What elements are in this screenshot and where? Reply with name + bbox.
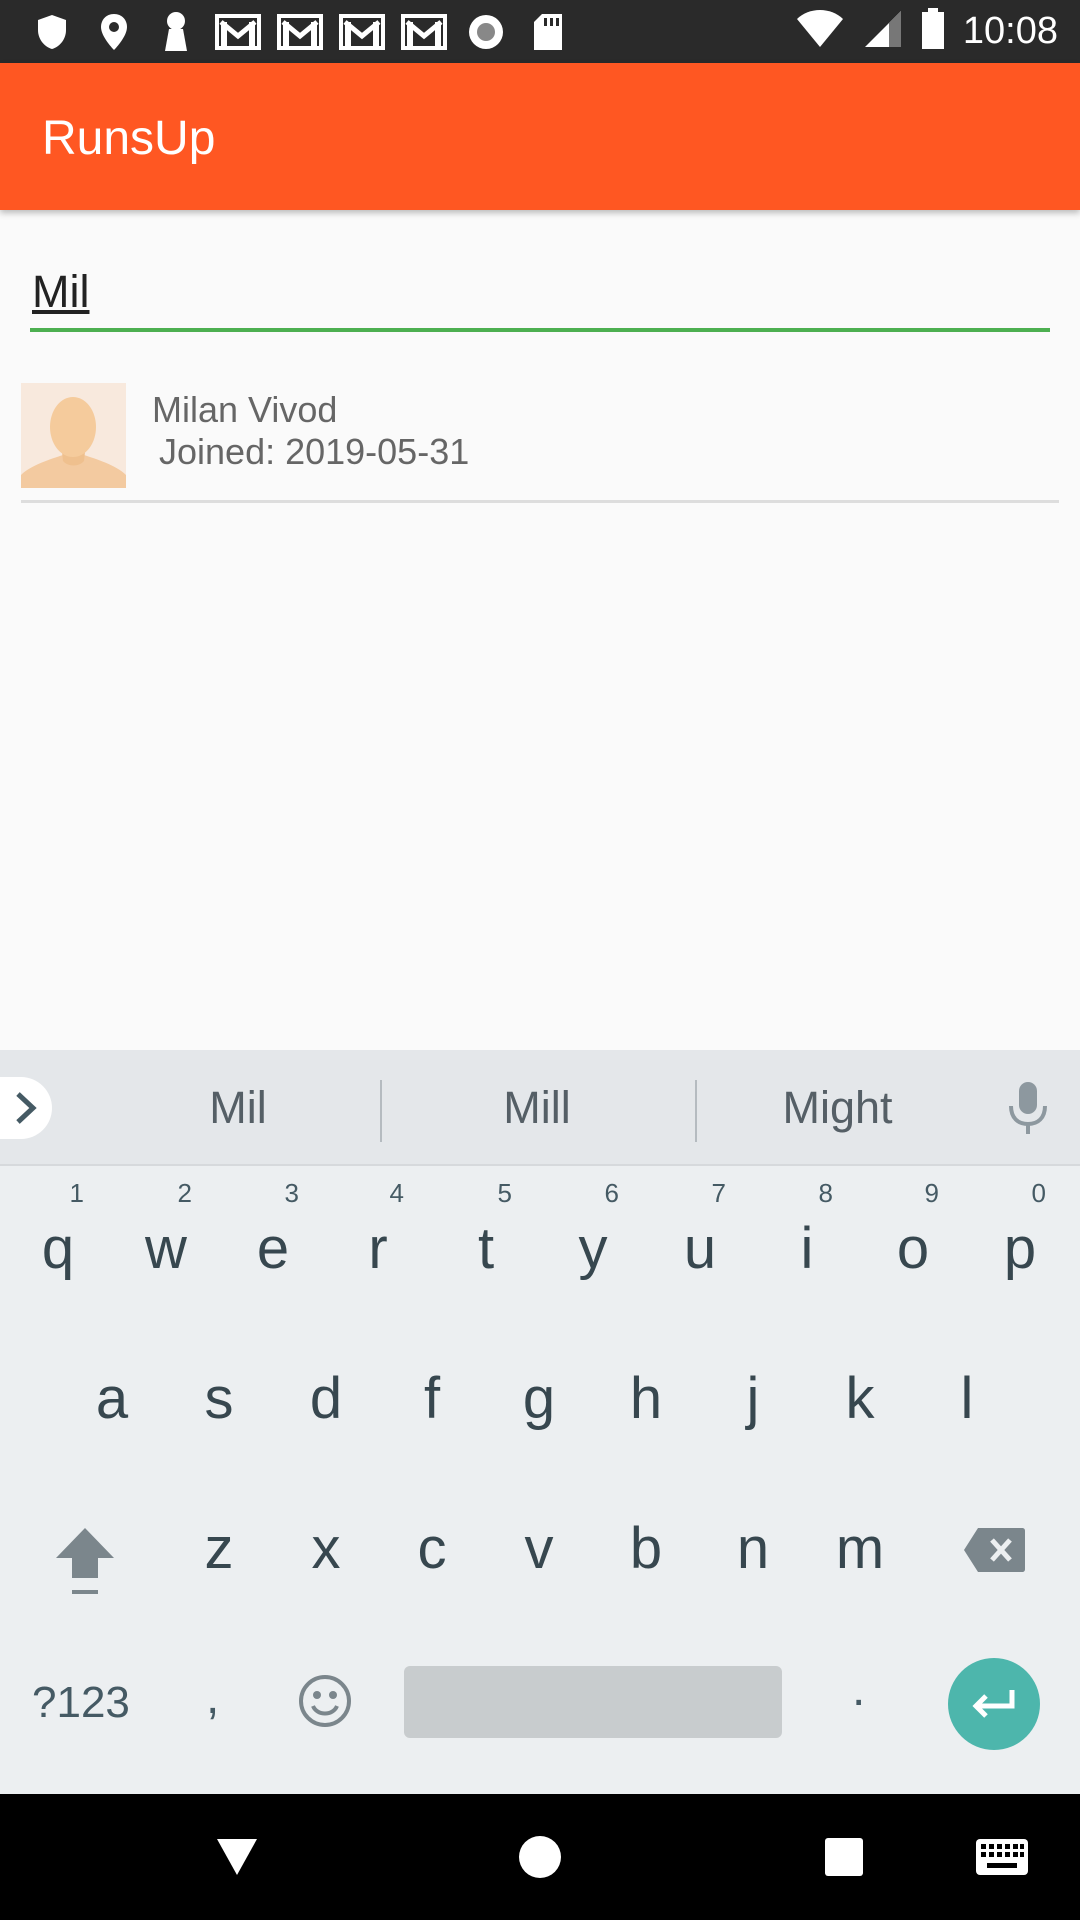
gmail-icon xyxy=(338,10,386,53)
keyboard-switch-button[interactable] xyxy=(975,1832,1029,1882)
search-input[interactable] xyxy=(32,262,1032,322)
shield-icon xyxy=(28,10,76,53)
recents-square-icon xyxy=(825,1838,863,1876)
navigation-bar xyxy=(0,1794,1080,1920)
keyboard-icon xyxy=(976,1839,1028,1875)
key-c[interactable]: c xyxy=(402,1520,462,1590)
search-field[interactable] xyxy=(30,250,1050,332)
suggestion-3[interactable]: Might xyxy=(760,1082,915,1134)
key-d[interactable]: d xyxy=(296,1370,356,1440)
recents-button[interactable] xyxy=(819,1832,869,1882)
chevron-right-icon xyxy=(16,1092,37,1124)
app-bar: RunsUp xyxy=(0,63,1080,210)
enter-key[interactable] xyxy=(948,1658,1040,1750)
gmail-icon xyxy=(214,10,262,53)
key-x[interactable]: x xyxy=(296,1520,356,1590)
key-l[interactable]: l xyxy=(937,1370,997,1440)
key-a[interactable]: a xyxy=(82,1370,142,1440)
suggestion-divider xyxy=(695,1080,697,1142)
key-p[interactable]: 0p xyxy=(990,1178,1050,1290)
key-h[interactable]: h xyxy=(616,1370,676,1440)
home-button[interactable] xyxy=(515,1832,565,1882)
emoji-key[interactable] xyxy=(298,1674,352,1728)
status-bar-notifications xyxy=(28,10,572,53)
backspace-key[interactable] xyxy=(962,1526,1026,1574)
key-j[interactable]: j xyxy=(723,1370,783,1440)
shift-key[interactable] xyxy=(52,1524,118,1598)
keyhole-icon xyxy=(152,10,200,53)
key-n[interactable]: n xyxy=(723,1520,783,1590)
back-button[interactable] xyxy=(212,1832,262,1882)
sd-card-icon xyxy=(524,10,572,53)
signal-icon xyxy=(863,9,903,54)
key-y[interactable]: 6y xyxy=(563,1178,623,1290)
key-s[interactable]: s xyxy=(189,1370,249,1440)
key-g[interactable]: g xyxy=(509,1370,569,1440)
home-circle-icon xyxy=(519,1836,561,1878)
key-u[interactable]: 7u xyxy=(670,1178,730,1290)
space-key[interactable] xyxy=(404,1666,782,1738)
soft-keyboard: Mil Mill Might 1q 2w 3e 4r 5t 6y 7u 8i 9… xyxy=(0,1050,1080,1794)
key-t[interactable]: 5t xyxy=(456,1178,516,1290)
key-e[interactable]: 3e xyxy=(243,1178,303,1290)
battery-icon xyxy=(921,7,945,55)
key-v[interactable]: v xyxy=(509,1520,569,1590)
emoji-icon xyxy=(299,1675,351,1727)
status-time: 10:08 xyxy=(962,9,1058,52)
comma-key[interactable]: , xyxy=(206,1670,219,1725)
key-q[interactable]: 1q xyxy=(28,1178,88,1290)
suggestion-divider xyxy=(380,1080,382,1142)
key-m[interactable]: m xyxy=(830,1520,890,1590)
key-k[interactable]: k xyxy=(830,1370,890,1440)
gmail-icon xyxy=(400,10,448,53)
status-bar: 10:08 xyxy=(0,0,1080,63)
key-i[interactable]: 8i xyxy=(777,1178,837,1290)
result-joined-date: Joined: 2019-05-31 xyxy=(159,431,470,472)
avatar xyxy=(21,383,126,488)
app-title: RunsUp xyxy=(42,112,216,165)
list-item[interactable]: Milan Vivod Joined: 2019-05-31 xyxy=(21,383,1059,503)
key-w[interactable]: 2w xyxy=(136,1178,196,1290)
period-key[interactable]: . xyxy=(852,1662,865,1717)
status-bar-system: 10:08 xyxy=(795,7,1058,55)
suggestion-1[interactable]: Mil xyxy=(178,1082,298,1134)
key-f[interactable]: f xyxy=(402,1370,462,1440)
location-pin-icon xyxy=(90,10,138,53)
backspace-icon xyxy=(964,1528,1025,1572)
enter-arrow-icon xyxy=(972,1690,1015,1718)
symbols-key[interactable]: ?123 xyxy=(32,1678,130,1728)
key-r[interactable]: 4r xyxy=(348,1178,408,1290)
key-b[interactable]: b xyxy=(616,1520,676,1590)
shift-arrow-icon xyxy=(56,1528,114,1594)
gmail-icon xyxy=(276,10,324,53)
back-triangle-icon xyxy=(217,1839,257,1875)
microphone-icon[interactable] xyxy=(1004,1080,1052,1136)
expand-suggestions-button[interactable] xyxy=(0,1077,52,1139)
key-z[interactable]: z xyxy=(189,1520,249,1590)
result-name: Milan Vivod xyxy=(152,389,338,430)
key-o[interactable]: 9o xyxy=(883,1178,943,1290)
wifi-icon xyxy=(795,9,845,54)
suggestion-2[interactable]: Mill xyxy=(477,1082,597,1134)
record-icon xyxy=(462,10,510,53)
suggestion-strip: Mil Mill Might xyxy=(0,1050,1080,1166)
